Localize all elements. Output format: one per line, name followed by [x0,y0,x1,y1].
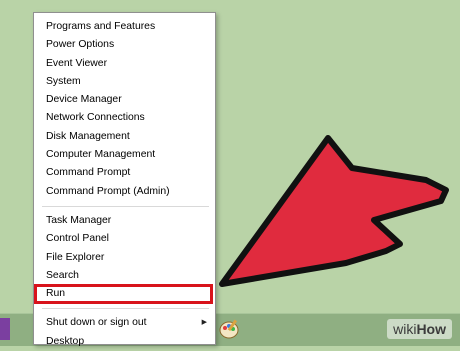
menu-item-control-panel[interactable]: Control Panel [34,230,215,248]
menu-group-system-tools: Programs and Features Power Options Even… [34,13,215,201]
start-button[interactable] [0,318,10,340]
watermark-suffix: How [416,321,446,337]
menu-item-file-explorer[interactable]: File Explorer [34,249,215,267]
menu-separator [42,308,209,310]
paint-icon [219,319,239,339]
menu-item-task-manager[interactable]: Task Manager [34,212,215,230]
menu-item-device-manager[interactable]: Device Manager [34,91,215,109]
menu-item-event-viewer[interactable]: Event Viewer [34,55,215,73]
menu-item-run[interactable]: Run [34,284,213,305]
wikihow-watermark: wikiHow [387,319,452,339]
menu-item-system[interactable]: System [34,73,215,91]
winx-context-menu: Programs and Features Power Options Even… [33,12,216,347]
menu-item-power-options[interactable]: Power Options [34,36,215,54]
menu-item-search[interactable]: Search [34,267,215,285]
menu-item-shut-down-or-sign-out[interactable]: Shut down or sign out ▶ [34,314,215,332]
menu-group-power: Shut down or sign out ▶ Desktop [34,314,215,351]
menu-item-command-prompt[interactable]: Command Prompt [34,164,215,182]
menu-item-label: Shut down or sign out [46,317,147,329]
taskbar-app-paint[interactable] [216,316,242,342]
menu-item-desktop[interactable]: Desktop [34,333,215,351]
menu-item-disk-management[interactable]: Disk Management [34,128,215,146]
menu-item-computer-management[interactable]: Computer Management [34,146,215,164]
chevron-right-icon: ▶ [201,319,207,327]
menu-group-apps: Task Manager Control Panel File Explorer… [34,212,215,305]
menu-item-programs-and-features[interactable]: Programs and Features [34,18,215,36]
menu-separator [42,205,209,207]
menu-item-command-prompt-admin[interactable]: Command Prompt (Admin) [34,183,215,201]
watermark-prefix: wiki [393,321,417,337]
menu-item-network-connections[interactable]: Network Connections [34,109,215,127]
